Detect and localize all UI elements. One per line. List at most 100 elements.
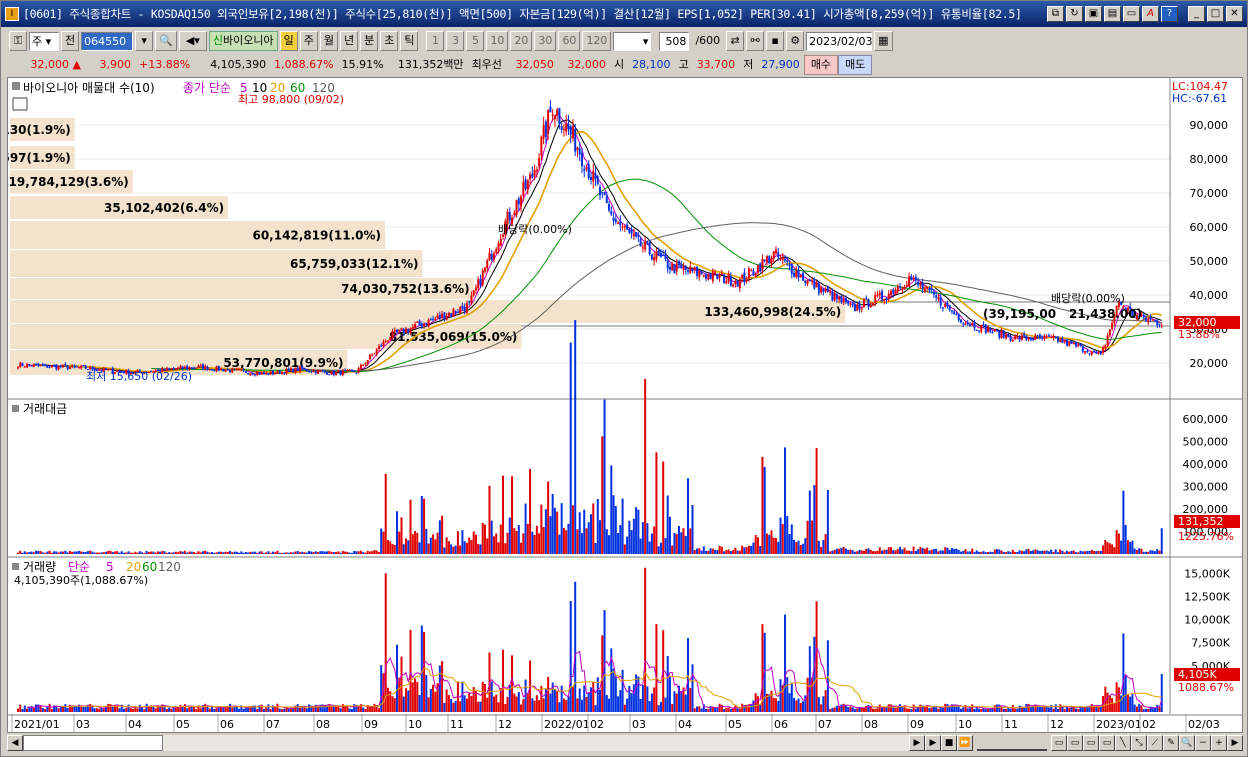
chart-area[interactable]: 90,000 80,000 70,000 60,000 50,000 40,000 30,0… (0, 77, 1243, 733)
amount-bar (779, 517, 782, 554)
disk-icon[interactable]: ▪ (766, 31, 785, 51)
scroll-track[interactable] (23, 734, 909, 751)
maximize-button[interactable]: □ (1207, 6, 1224, 22)
interval-120[interactable]: 120 (582, 31, 612, 51)
close-button[interactable]: ✕ (1226, 6, 1243, 22)
code-input[interactable]: 064550 (81, 31, 134, 51)
play-icon[interactable]: ▶ (925, 734, 941, 751)
amount-bar (926, 547, 929, 554)
amount-bar (418, 542, 421, 554)
pen-tool-icon[interactable]: ✎ (1163, 734, 1179, 751)
amount-bar (1018, 550, 1021, 554)
stop-icon[interactable]: ■ (941, 734, 957, 751)
candle-body (368, 354, 371, 360)
print-icon[interactable]: ▤ (1104, 6, 1121, 22)
speed-slider[interactable] (977, 735, 1047, 751)
minimize-button[interactable]: _ (1188, 6, 1205, 22)
candle-body (978, 330, 981, 332)
tool-icon-4[interactable]: ▭ (1099, 734, 1115, 751)
amount-bar (150, 551, 153, 554)
tab-year[interactable]: 년 (339, 31, 359, 51)
candle-body (350, 370, 353, 372)
plus-icon[interactable]: + (1211, 734, 1227, 751)
amount-bar (515, 530, 518, 554)
interval-1[interactable]: 1 (426, 31, 445, 51)
prev-button[interactable]: 전 (61, 31, 80, 51)
sell-button[interactable]: 매도 (838, 55, 873, 75)
fast-forward-icon[interactable]: ⏩ (957, 734, 973, 751)
save-icon[interactable]: ▣ (1085, 6, 1102, 22)
interval-10[interactable]: 10 (486, 31, 509, 51)
candle-body (1047, 335, 1050, 337)
volume-bar (132, 709, 135, 712)
candle-body (244, 371, 247, 373)
tool-icon-1[interactable]: ▭ (1051, 734, 1067, 751)
interval-5[interactable]: 5 (466, 31, 485, 51)
amount-bar (195, 552, 198, 554)
candle-body (204, 366, 207, 369)
volume-bar (62, 706, 65, 712)
candle-body (256, 372, 259, 375)
interval-60[interactable]: 60 (558, 31, 581, 51)
play-back-icon[interactable]: ▶ (909, 734, 925, 751)
amount-bar (580, 533, 583, 554)
speaker-icon[interactable]: ◀▾ (178, 31, 207, 51)
volume-bar (447, 695, 450, 712)
interval-dropdown[interactable]: ▾ (613, 31, 652, 51)
ray-tool-icon[interactable]: ⤡ (1131, 734, 1147, 751)
buy-button[interactable]: 매수 (803, 55, 839, 75)
help-icon[interactable]: ? (1161, 6, 1178, 22)
scroll-right-button[interactable]: ▶ (1227, 734, 1243, 751)
interval-3[interactable]: 3 (446, 31, 465, 51)
interval-30[interactable]: 30 (534, 31, 557, 51)
volume-profile-label: 19,784,129(3.6%) (9, 175, 129, 189)
refresh-icon[interactable]: ↻ (1066, 6, 1083, 22)
scroll-thumb[interactable] (23, 734, 163, 751)
volume-bar (71, 706, 74, 712)
arrow-tool-icon[interactable]: ⟋ (1147, 734, 1163, 751)
market-select[interactable]: 주 ▾ (29, 31, 59, 51)
volume-bar (418, 695, 421, 712)
tool-icon-2[interactable]: ▭ (1067, 734, 1083, 751)
lock-icon[interactable]: ⚿ (9, 31, 27, 51)
stock-name-button[interactable]: 신바이오니아 (208, 31, 278, 51)
search-icon[interactable]: 🔍 (155, 31, 177, 51)
volume-bar (332, 706, 335, 712)
indicator-icon[interactable]: ⚯ (746, 31, 765, 51)
font-icon[interactable]: A (1142, 6, 1159, 22)
link-icon[interactable]: ⧉ (1047, 6, 1064, 22)
volume-bar (680, 691, 683, 712)
code-dropdown-icon[interactable]: ▾ (135, 31, 154, 51)
candle-body (590, 177, 592, 180)
amount-bar (366, 550, 369, 554)
amount-bar (465, 542, 468, 554)
chart-svg[interactable]: 90,00080,00070,00060,00050,00040,00030,0… (0, 78, 1242, 732)
screen-icon[interactable]: ▭ (1123, 6, 1140, 22)
candle-body (702, 275, 705, 277)
candle-body (553, 115, 556, 120)
scroll-left-button[interactable]: ◀ (7, 734, 23, 751)
date-input[interactable]: 2023/02/03 (806, 31, 873, 51)
line-tool-icon[interactable]: ╲ (1115, 734, 1131, 751)
amount-bar (754, 535, 757, 554)
count-input[interactable]: 508 (659, 31, 690, 51)
zoom-icon[interactable]: 🔍 (1179, 734, 1195, 751)
calendar-icon[interactable]: ▦ (874, 31, 893, 51)
settings-icon[interactable]: ⚙ (786, 31, 805, 51)
candle-body (677, 261, 680, 266)
tab-month[interactable]: 월 (319, 31, 338, 51)
tab-second[interactable]: 초 (380, 31, 399, 51)
minus-icon[interactable]: − (1195, 734, 1211, 751)
candle-body (436, 315, 439, 319)
tab-day[interactable]: 일 (279, 31, 298, 51)
tab-tick[interactable]: 틱 (400, 31, 419, 51)
candle-body (856, 304, 859, 311)
interval-20[interactable]: 20 (510, 31, 533, 51)
volume-bar (756, 696, 759, 712)
tool-icon-3[interactable]: ▭ (1083, 734, 1099, 751)
chart-type-icon[interactable]: ⇄ (726, 31, 745, 51)
amount-bar (35, 550, 38, 554)
tab-week[interactable]: 주 (299, 31, 318, 51)
tab-minute[interactable]: 분 (360, 31, 379, 51)
amount-bar (486, 538, 489, 554)
